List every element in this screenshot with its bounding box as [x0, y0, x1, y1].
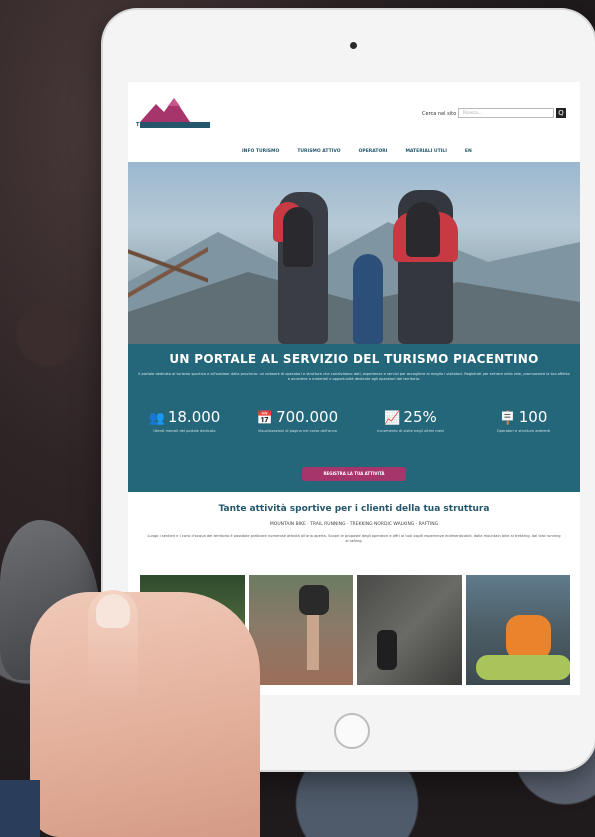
stat-operators: 🪧 100 Operatori e strutture aderenti: [467, 408, 580, 434]
tree-branches: [128, 222, 208, 332]
stat-value: 18.000: [167, 408, 221, 426]
stats-row: 👥 18.000 Utenti mensili del portale dedic…: [128, 408, 580, 434]
site-header: TURISMO VALLEY Cerca nel sito Ricerca...…: [128, 82, 580, 154]
backpack-right: [406, 202, 440, 257]
hiker-child: [353, 254, 383, 344]
nav-item-language[interactable]: EN: [465, 149, 472, 154]
search-label: Cerca nel sito: [422, 111, 457, 117]
signpost-icon: 🪧: [499, 411, 516, 426]
sports-section-title: Tante attività sportive per i clienti de…: [218, 504, 490, 514]
stat-growth: 📈 25% Incremento di visite negli ultimi m…: [354, 408, 467, 434]
tablet-camera: [350, 42, 357, 49]
hand: [30, 592, 260, 837]
search-button[interactable]: Q: [556, 108, 566, 118]
nav-item-operatori[interactable]: OPERATORI: [359, 149, 388, 154]
hero-image: [128, 162, 580, 344]
stat-desc: Utenti mensili del portale dedicato: [153, 429, 216, 433]
sports-section-subtitle: MOUNTAIN BIKE · TRAIL RUNNING · TREKKING…: [269, 522, 439, 527]
register-button[interactable]: REGISTRA LA TUA ATTIVITÀ: [302, 467, 406, 481]
users-icon: 👥: [148, 411, 165, 426]
stat-desc: Incremento di visite negli ultimi mesi: [377, 429, 444, 433]
photo-rafting[interactable]: [465, 575, 570, 685]
nav-item-info-turismo[interactable]: INFO TURISMO: [242, 149, 279, 154]
stat-value: 25%: [403, 408, 437, 426]
stat-desc: Visualizzazioni di pagina nel corso dell…: [258, 429, 337, 433]
photo-climbing[interactable]: [357, 575, 462, 685]
info-banner: UN PORTALE AL SERVIZIO DEL TURISMO PIACE…: [128, 344, 580, 492]
tablet-home-button[interactable]: [334, 713, 370, 749]
main-nav: INFO TURISMO TURISMO ATTIVO OPERATORI MA…: [242, 149, 472, 154]
stat-users: 👥 18.000 Utenti mensili del portale dedic…: [128, 408, 241, 434]
nav-item-materiali-utili[interactable]: MATERIALI UTILI: [405, 149, 446, 154]
stat-pageviews: 📅 700.000 Visualizzazioni di pagina nel c…: [241, 408, 354, 434]
photo-trail-running[interactable]: [248, 575, 353, 685]
backpack-left: [283, 207, 313, 267]
sports-section-text: Lungo i sentieri e i corsi d'acqua del t…: [147, 534, 561, 544]
banner-title: UN PORTALE AL SERVIZIO DEL TURISMO PIACE…: [169, 352, 539, 366]
thumb-nail: [96, 594, 130, 628]
nav-item-turismo-attivo[interactable]: TURISMO ATTIVO: [297, 149, 340, 154]
stat-value: 700.000: [276, 408, 339, 426]
logo-text: TURISMO VALLEY: [136, 122, 199, 128]
calendar-icon: 📅: [256, 411, 274, 426]
search-input[interactable]: Ricerca...: [458, 108, 554, 118]
stat-desc: Operatori e strutture aderenti: [496, 429, 551, 433]
sleeve: [0, 780, 40, 837]
banner-text: Il portale dedicato al turismo sportivo …: [138, 372, 570, 382]
trend-icon: 📈: [384, 411, 401, 426]
stat-value: 100: [518, 408, 548, 426]
